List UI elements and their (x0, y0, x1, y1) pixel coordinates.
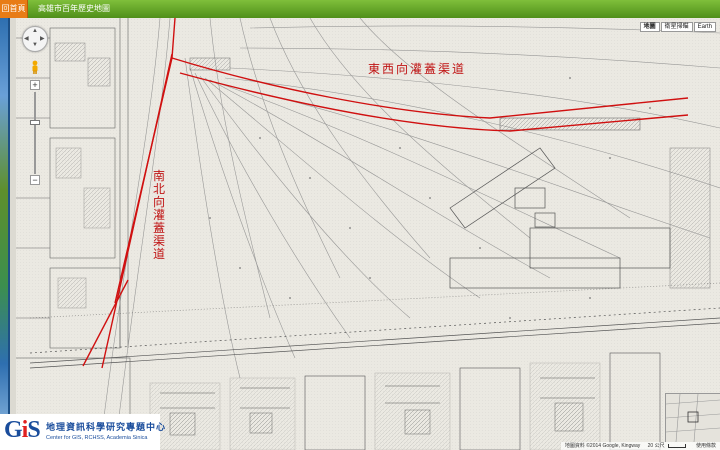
map-canvas[interactable] (10, 18, 720, 450)
logo-name-english: Center for GIS, RCHSS, Academia Sinica (46, 435, 148, 441)
map-attribution: 地圖資料 ©2014 Google, Kingway 20 公尺 使用條款 (560, 442, 720, 450)
terms-link[interactable]: 使用條款 (696, 443, 716, 449)
zoom-control: + − (30, 80, 40, 185)
east-west-channel-label: 東西向灌蓋渠道 (368, 62, 467, 76)
gis-center-logo[interactable]: GiS 地理資訊科學研究專題中心 Center for GIS, RCHSS, … (0, 414, 165, 450)
top-bar: 回首頁 高雄市百年歷史地圖 (0, 0, 720, 18)
north-south-channel-label: 南北向灌蓋渠道 (153, 169, 166, 261)
side-panel-strip[interactable] (0, 18, 10, 450)
scale-label: 20 公尺 (647, 443, 665, 449)
street-view-pegman-icon[interactable] (30, 60, 40, 74)
map-type-map-button[interactable]: 地圖 (639, 22, 660, 32)
zoom-slider-handle[interactable] (30, 120, 40, 125)
attribution-text: 地圖資料 ©2014 Google, Kingway (564, 443, 641, 449)
gis-logo-mark: GiS (4, 417, 41, 443)
map-type-selector: 地圖 衛星掃瞄 Earth (639, 22, 716, 32)
zoom-in-button[interactable]: + (30, 80, 40, 90)
page-title: 高雄市百年歷史地圖 (38, 4, 110, 13)
scale-bar (667, 443, 686, 448)
zoom-track[interactable] (34, 92, 36, 174)
map-type-earth-button[interactable]: Earth (693, 22, 716, 32)
map-type-satellite-button[interactable]: 衛星掃瞄 (660, 22, 693, 32)
logo-name-chinese: 地理資訊科學研究專題中心 (46, 422, 167, 432)
overview-map[interactable] (665, 393, 720, 443)
pan-control[interactable]: ▲ ▼ ◀ ▶ (22, 26, 48, 52)
home-button[interactable]: 回首頁 (0, 0, 28, 18)
zoom-out-button[interactable]: − (30, 175, 40, 185)
historic-map[interactable] (10, 18, 720, 450)
